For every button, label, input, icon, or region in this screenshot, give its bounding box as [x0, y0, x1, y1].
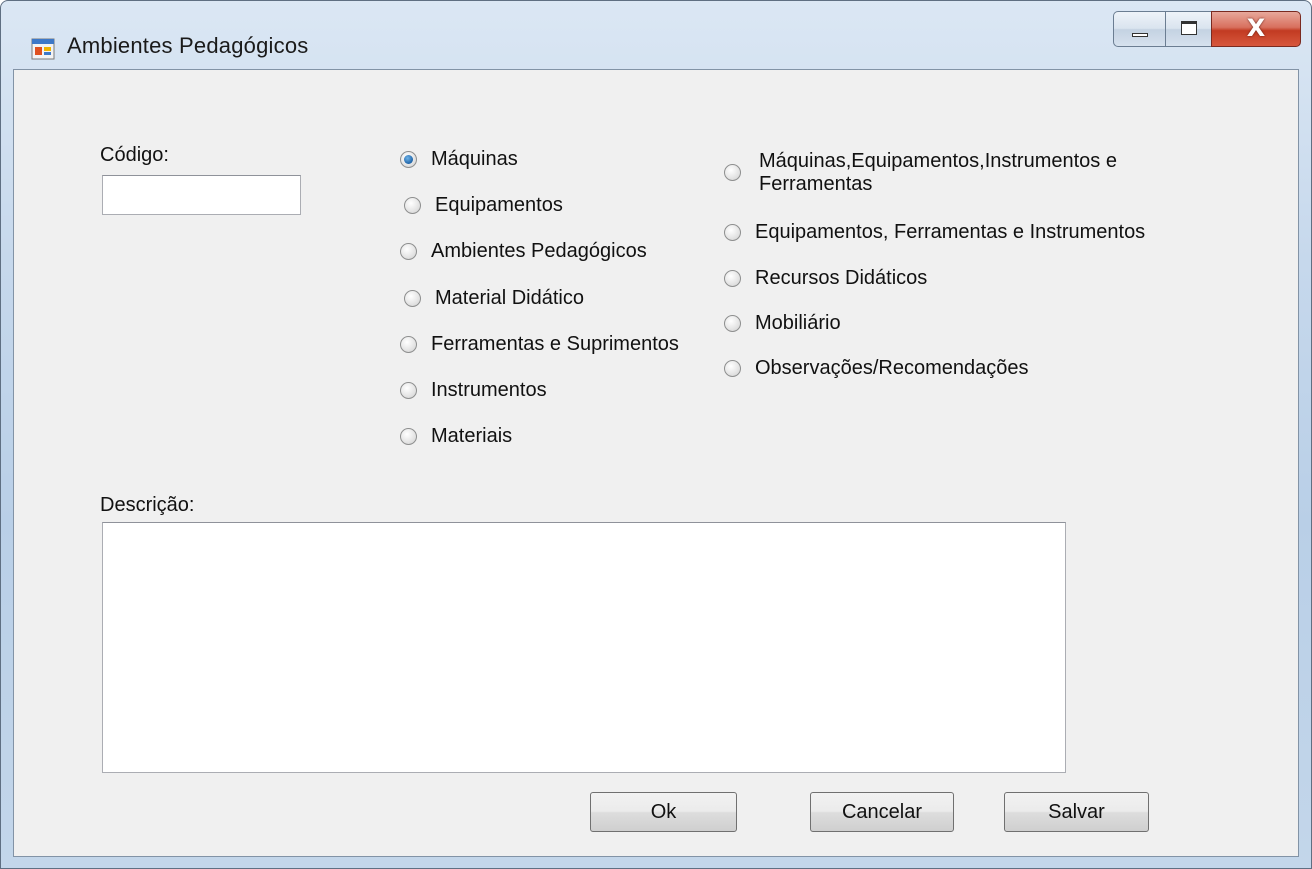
descricao-textarea[interactable]	[102, 522, 1066, 773]
radio-maquinas[interactable]: Máquinas	[400, 148, 518, 171]
radio-observacoes-recomendacoes[interactable]: Observações/Recomendações	[724, 357, 1028, 380]
radio-label: Recursos Didáticos	[755, 267, 928, 289]
radio-label-line2: Ferramentas	[759, 173, 873, 195]
radio-button	[724, 224, 741, 241]
radio-button	[400, 336, 417, 353]
radio-label: Equipamentos	[435, 194, 563, 216]
maximize-button[interactable]	[1165, 11, 1211, 47]
radio-button	[724, 360, 741, 377]
radio-button	[404, 197, 421, 214]
application-window: Ambientes Pedagógicos X Código: Máquinas…	[0, 0, 1312, 869]
salvar-button[interactable]: Salvar	[1004, 792, 1149, 832]
radio-button	[724, 270, 741, 287]
radio-label: Ambientes Pedagógicos	[431, 240, 647, 262]
radio-button	[404, 290, 421, 307]
radio-ambientes-pedagogicos[interactable]: Ambientes Pedagógicos	[400, 240, 647, 263]
radio-mobiliario[interactable]: Mobiliário	[724, 312, 841, 335]
radio-equipamentos[interactable]: Equipamentos	[404, 194, 563, 217]
radio-label: Observações/Recomendações	[755, 357, 1029, 379]
descricao-label: Descrição:	[100, 494, 195, 516]
cancelar-button[interactable]: Cancelar	[810, 792, 954, 832]
caption-buttons: X	[1113, 11, 1301, 47]
codigo-input[interactable]	[102, 175, 301, 215]
radio-label: Instrumentos	[431, 379, 547, 401]
radio-ferramentas-suprimentos[interactable]: Ferramentas e Suprimentos	[400, 333, 679, 356]
radio-label: Mobiliário	[755, 312, 841, 334]
form-client-area: Código: Máquinas Equipamentos Ambientes …	[13, 69, 1299, 857]
radio-button	[724, 164, 741, 181]
radio-label: Ferramentas e Suprimentos	[431, 333, 679, 355]
minimize-button[interactable]	[1113, 11, 1165, 47]
form-app-icon	[31, 37, 55, 61]
radio-label: Material Didático	[435, 287, 584, 309]
radio-button	[724, 315, 741, 332]
radio-instrumentos[interactable]: Instrumentos	[400, 379, 547, 402]
radio-label: Máquinas	[431, 148, 518, 170]
ok-button[interactable]: Ok	[590, 792, 737, 832]
radio-button-checked	[400, 151, 417, 168]
radio-maquinas-equipamentos-instrumentos-ferramentas[interactable]: Máquinas,Equipamentos,Instrumentos e Fer…	[724, 150, 1117, 196]
radio-label-line1: Máquinas,Equipamentos,Instrumentos e	[759, 150, 1117, 172]
window-title: Ambientes Pedagógicos	[67, 33, 309, 58]
close-icon: X	[1246, 14, 1266, 42]
radio-label: Equipamentos, Ferramentas e Instrumentos	[755, 221, 1146, 243]
maximize-icon	[1181, 21, 1197, 35]
radio-button	[400, 428, 417, 445]
radio-label: Materiais	[431, 425, 513, 447]
codigo-label: Código:	[100, 144, 169, 166]
radio-materiais[interactable]: Materiais	[400, 425, 512, 448]
minimize-icon	[1132, 33, 1148, 37]
close-button[interactable]: X	[1211, 11, 1301, 47]
radio-equipamentos-ferramentas-instrumentos[interactable]: Equipamentos, Ferramentas e Instrumentos	[724, 221, 1145, 244]
title-bar[interactable]: Ambientes Pedagógicos X	[1, 1, 1311, 69]
radio-button	[400, 243, 417, 260]
radio-button	[400, 382, 417, 399]
radio-recursos-didaticos[interactable]: Recursos Didáticos	[724, 267, 927, 290]
radio-material-didatico[interactable]: Material Didático	[404, 287, 584, 310]
radio-label-multiline: Máquinas,Equipamentos,Instrumentos e Fer…	[759, 150, 1117, 196]
